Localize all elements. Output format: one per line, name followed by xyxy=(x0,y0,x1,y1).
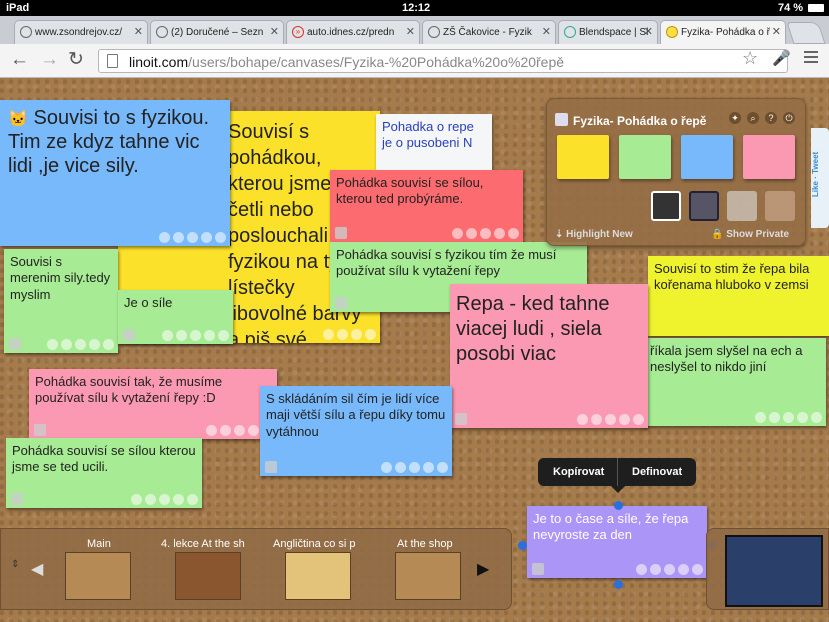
selection-handle[interactable] xyxy=(614,580,623,589)
sticky-note[interactable]: Pohádka souvisí se sílou kterou jsme se … xyxy=(6,438,202,508)
sticky-note-selected[interactable]: Je to o čase a síle, že řepa nevyroste z… xyxy=(527,506,707,578)
device-name: iPad xyxy=(6,2,30,14)
microphone-icon[interactable]: 🎤 xyxy=(772,49,791,67)
globe-icon xyxy=(20,26,32,38)
board-thumb-anglictina[interactable] xyxy=(285,552,351,600)
video-icon[interactable] xyxy=(689,191,719,221)
tab-seznam[interactable]: (2) Doručené – Sezn ✕ xyxy=(150,20,284,44)
clock: 12:12 xyxy=(402,2,431,14)
minimap-screen[interactable] xyxy=(725,535,823,607)
browser-toolbar: ← → ↻ linoit.com/users/bohape/canvases/F… xyxy=(0,44,829,78)
sticky-note[interactable]: Pohadka o repe je o pusobeni N xyxy=(376,114,492,178)
selection-handle[interactable] xyxy=(518,541,527,550)
sticky-note[interactable]: Souvisí to stim že řepa bila kořenama hl… xyxy=(648,256,829,336)
sticky-note[interactable]: říkala jsem slyšel na ech a neslyšel to … xyxy=(640,338,826,426)
scroll-right-icon[interactable]: ▶ xyxy=(477,559,489,579)
document-icon[interactable] xyxy=(765,191,795,221)
battery-icon xyxy=(808,4,824,12)
canvas-title: Fyzika- Pohádka o řepě xyxy=(573,114,707,128)
tab-fyzika-active[interactable]: Fyzika- Pohádka o ř ✕ xyxy=(660,20,786,44)
tab-blendspace[interactable]: Blendspace | Sl ✕ xyxy=(558,20,658,44)
url-host: linoit.com xyxy=(129,54,189,70)
close-icon[interactable]: ✕ xyxy=(644,25,653,38)
avatar xyxy=(265,461,277,473)
avatar xyxy=(532,563,544,575)
text-selection-menu: Kopírovat Definovat xyxy=(538,458,696,493)
sticky-note[interactable]: Je o síle xyxy=(118,290,233,344)
board-label: Main xyxy=(87,538,111,550)
avatar xyxy=(455,413,467,425)
linoit-icon xyxy=(666,26,678,38)
avatar xyxy=(34,424,46,436)
idnes-icon: » xyxy=(292,26,304,38)
sticky-note[interactable]: Pohádka souvisí se sílou, kterou ted pro… xyxy=(330,170,523,242)
new-tab-button[interactable] xyxy=(786,22,826,44)
tab-strip: www.zsondrejov.cz/✕ (2) Doručené – Sezn ✕… xyxy=(0,16,829,44)
image-icon[interactable] xyxy=(651,191,681,221)
sticky-note[interactable]: S skládáním sil čím je lidí více maji vě… xyxy=(260,386,452,476)
minimap[interactable] xyxy=(706,528,829,610)
globe-icon xyxy=(156,26,168,38)
menu-icon[interactable] xyxy=(804,51,818,66)
sticky-note[interactable]: Pohádka souvisí tak, že musíme používat … xyxy=(29,369,277,439)
status-bar: iPad 12:12 74 % xyxy=(0,0,829,16)
tab-zsondrejov[interactable]: www.zsondrejov.cz/✕ xyxy=(14,20,148,44)
close-icon[interactable]: ✕ xyxy=(270,25,279,38)
show-private-toggle[interactable]: 🔒 Show Private xyxy=(711,229,789,240)
forward-icon[interactable]: → xyxy=(40,50,59,70)
avatar xyxy=(11,493,23,505)
avatar xyxy=(123,329,135,341)
tab-zs-cakovice[interactable]: ZŠ Čakovice - Fyzik ✕ xyxy=(422,20,556,44)
copy-button[interactable]: Kopírovat xyxy=(553,466,604,478)
reload-icon[interactable]: ↻ xyxy=(68,50,84,70)
avatar xyxy=(9,338,21,350)
board-label: 4. lekce At the sh xyxy=(161,538,245,550)
green-sticky-stack[interactable] xyxy=(619,135,671,179)
avatar xyxy=(335,227,347,239)
power-icon[interactable]: ⏻ xyxy=(783,112,795,124)
define-button[interactable]: Definovat xyxy=(632,466,682,478)
board-switcher: ⇕ ◀ Main 4. lekce At the sh Angličtina c… xyxy=(0,528,512,610)
yellow-sticky-stack[interactable] xyxy=(557,135,609,179)
attachment-icon[interactable] xyxy=(727,191,757,221)
tab-idnes[interactable]: » auto.idnes.cz/predn ✕ xyxy=(286,20,420,44)
globe-icon xyxy=(428,26,440,38)
scroll-left-icon[interactable]: ◀ xyxy=(31,559,43,579)
search-icon[interactable]: ⌕ xyxy=(747,112,759,124)
blue-sticky-stack[interactable] xyxy=(681,135,733,179)
board-icon xyxy=(555,113,568,126)
board-label: At the shop xyxy=(397,538,453,550)
close-icon[interactable]: ✕ xyxy=(406,25,415,38)
address-bar[interactable]: linoit.com/users/bohape/canvases/Fyzika-… xyxy=(98,49,788,73)
highlight-new-toggle[interactable]: ⇣ Highlight New xyxy=(555,229,633,240)
pink-sticky-stack[interactable] xyxy=(743,135,795,179)
reorder-icon[interactable]: ⇕ xyxy=(11,559,19,570)
blendspace-icon xyxy=(564,26,576,38)
close-icon[interactable]: ✕ xyxy=(134,25,143,38)
board-thumb-shop[interactable] xyxy=(395,552,461,600)
canvas-panel: Fyzika- Pohádka o řepě ✦ ⌕ ? ⏻ ⇣ Highlig… xyxy=(546,98,806,246)
avatar xyxy=(335,297,347,309)
url-path: /users/bohape/canvases/Fyzika-%20Pohádka… xyxy=(188,54,565,70)
board-label: Angličtina co si p xyxy=(273,538,356,550)
avatar-icon: 🐱 xyxy=(8,111,28,128)
help-icon[interactable]: ? xyxy=(765,112,777,124)
close-icon[interactable]: ✕ xyxy=(542,25,551,38)
board-thumb-main[interactable] xyxy=(65,552,131,600)
sticky-note[interactable]: 🐱 Souvisi to s fyzikou. Tim ze kdyz tahn… xyxy=(0,100,230,246)
battery-level: 74 % xyxy=(778,2,804,14)
bookmark-star-icon[interactable]: ☆ xyxy=(742,48,758,69)
settings-icon[interactable]: ✦ xyxy=(729,112,741,124)
sticky-note[interactable]: Repa - ked tahne viacej ludi , siela pos… xyxy=(450,284,648,428)
selection-handle[interactable] xyxy=(614,501,623,510)
back-icon[interactable]: ← xyxy=(10,50,29,70)
page-icon xyxy=(107,54,118,68)
board-thumb-lekce[interactable] xyxy=(175,552,241,600)
sticky-note[interactable]: Souvisi s merenim sily.tedy myslim xyxy=(4,249,118,353)
close-icon[interactable]: ✕ xyxy=(772,25,781,38)
social-share-bar[interactable]: Like · Tweet xyxy=(811,128,829,228)
